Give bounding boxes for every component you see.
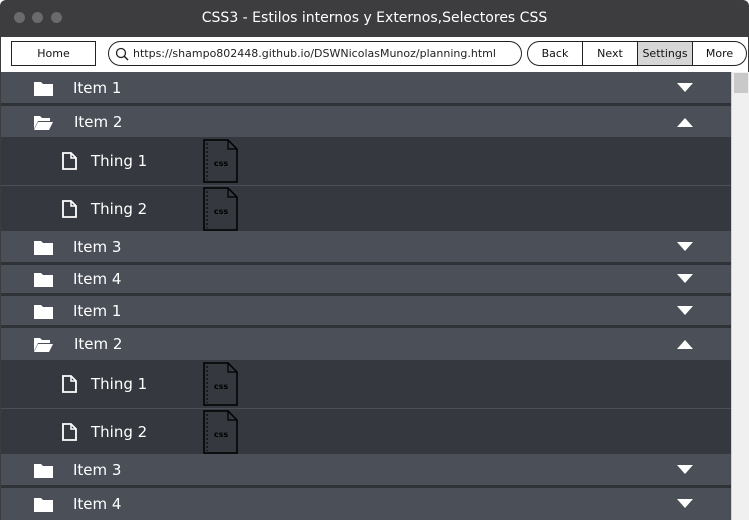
search-icon xyxy=(115,47,129,61)
menu-item-label: Item 1 xyxy=(73,301,122,320)
css-file-icon: css xyxy=(203,409,238,454)
address-bar[interactable] xyxy=(108,41,522,66)
caret-down-icon[interactable] xyxy=(677,499,693,509)
folder-icon xyxy=(34,498,53,512)
document-icon xyxy=(62,375,77,393)
settings-button[interactable]: Settings xyxy=(637,42,692,65)
menu-item-label: Item 2 xyxy=(74,335,123,353)
menu-item-label: Item 2 xyxy=(74,112,123,131)
svg-text:css: css xyxy=(214,382,229,391)
css-file-icon: css xyxy=(203,139,238,183)
submenu-label: Thing 1 xyxy=(91,375,148,393)
scrollbar-thumb[interactable] xyxy=(734,73,748,93)
menu-item-1[interactable]: Item 1 xyxy=(1,72,731,106)
menu-item-1[interactable]: Item 1 xyxy=(1,296,731,328)
next-button[interactable]: Next xyxy=(582,42,637,65)
vertical-scrollbar[interactable] xyxy=(731,72,749,520)
folder-icon xyxy=(34,304,53,319)
submenu-label: Thing 2 xyxy=(91,422,148,441)
folder-icon xyxy=(34,81,53,96)
caret-down-icon[interactable] xyxy=(677,305,693,316)
caret-up-icon[interactable] xyxy=(677,117,693,127)
more-button[interactable]: More xyxy=(692,42,746,65)
url-input[interactable] xyxy=(133,47,513,60)
document-icon xyxy=(62,152,77,170)
svg-text:css: css xyxy=(214,159,229,168)
browser-toolbar: Home Back Next Settings More xyxy=(0,37,749,72)
caret-down-icon[interactable] xyxy=(677,241,693,252)
menu-item-label: Item 4 xyxy=(73,495,122,513)
submenu-label: Thing 1 xyxy=(91,152,148,170)
css-file-icon: css xyxy=(203,362,238,406)
submenu-thing-1[interactable]: Thing 1 css xyxy=(1,137,731,186)
svg-text:css: css xyxy=(214,207,229,216)
document-icon xyxy=(62,422,77,441)
submenu-thing-2[interactable]: Thing 2 css xyxy=(1,409,731,454)
submenu-thing-2[interactable]: Thing 2 css xyxy=(1,186,731,231)
css-file-icon: css xyxy=(203,186,238,231)
window-title: CSS3 - Estilos internos y Externos,Selec… xyxy=(201,10,548,26)
menu-item-2[interactable]: Item 2 xyxy=(1,106,731,137)
menu-item-4[interactable]: Item 4 xyxy=(1,488,731,520)
folder-icon xyxy=(34,240,53,255)
caret-down-icon[interactable] xyxy=(677,274,693,284)
menu-item-3[interactable]: Item 3 xyxy=(1,231,731,265)
menu-item-label: Item 3 xyxy=(73,237,122,256)
accordion-menu: Item 1 Item 2 Thing 1 css Thing 2 css It… xyxy=(0,72,731,520)
submenu-thing-1[interactable]: Thing 1 css xyxy=(1,360,731,409)
home-button[interactable]: Home xyxy=(11,41,96,66)
folder-icon xyxy=(34,273,53,287)
folder-open-icon xyxy=(34,115,53,130)
window-titlebar: CSS3 - Estilos internos y Externos,Selec… xyxy=(0,0,749,37)
menu-item-3[interactable]: Item 3 xyxy=(1,454,731,488)
back-button[interactable]: Back xyxy=(528,42,582,65)
menu-item-label: Item 4 xyxy=(73,270,122,288)
submenu-label: Thing 2 xyxy=(91,199,148,218)
menu-item-4[interactable]: Item 4 xyxy=(1,265,731,296)
menu-item-label: Item 1 xyxy=(73,78,122,97)
caret-down-icon[interactable] xyxy=(677,464,693,475)
document-icon xyxy=(62,199,77,218)
svg-text:css: css xyxy=(214,430,229,439)
nav-button-group: Back Next Settings More xyxy=(527,41,747,66)
menu-item-2[interactable]: Item 2 xyxy=(1,328,731,360)
caret-down-icon[interactable] xyxy=(677,82,693,93)
caret-up-icon[interactable] xyxy=(677,339,693,349)
folder-icon xyxy=(34,463,53,478)
folder-open-icon xyxy=(34,338,53,352)
menu-item-label: Item 3 xyxy=(73,460,122,479)
